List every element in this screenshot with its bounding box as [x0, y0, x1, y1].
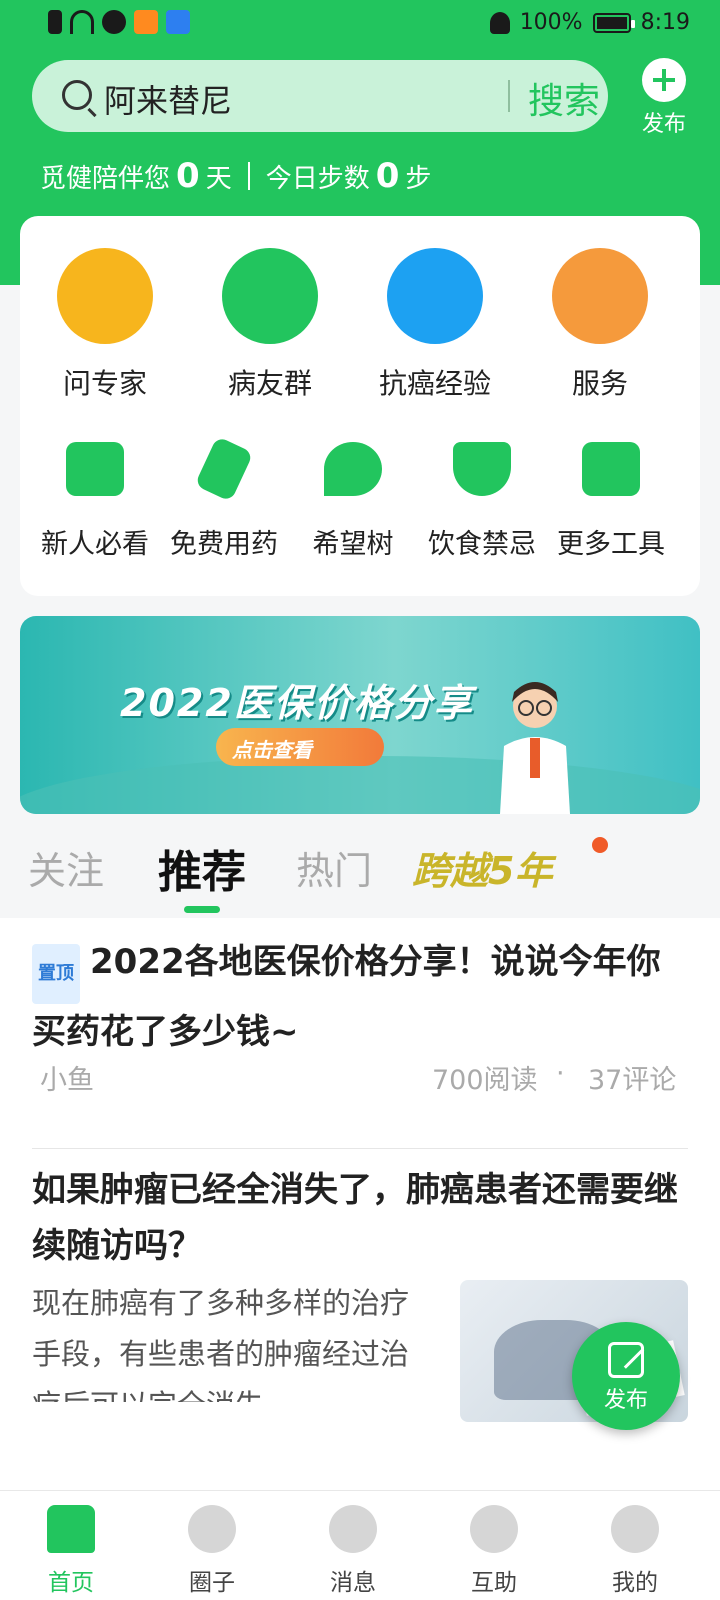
bottom-nav: 首页 圈子 消息 互助 我的: [0, 1490, 720, 1600]
bowl-icon: [453, 442, 511, 496]
tab-five-years[interactable]: 跨越5年: [412, 840, 552, 895]
publish-fab-label: 发布: [603, 1388, 648, 1413]
post-excerpt: 现在肺癌有了多种多样的治疗手段，有些患者的肿瘤经过治疗后可以完全消失: [32, 1286, 410, 1402]
nav-mutual-help[interactable]: 互助: [439, 1505, 549, 1597]
pencil-icon: [387, 248, 483, 344]
pinned-badge: 置顶: [32, 944, 80, 1004]
quick-action-label: 服务: [571, 367, 628, 400]
post-comments: 37评论: [588, 1065, 677, 1096]
nav-circle[interactable]: 圈子: [157, 1505, 267, 1597]
nav-label: 互助: [471, 1570, 517, 1596]
heart-icon: [470, 1505, 518, 1553]
clock-time: 8:19: [640, 10, 690, 35]
mute-bell-icon: [489, 11, 510, 34]
streak-days: 0: [176, 156, 200, 196]
nav-label: 消息: [330, 1570, 376, 1596]
post-title-text: 2022各地医保价格分享！说说今年你买药花了多少钱~: [32, 942, 661, 1052]
search-icon: [62, 80, 92, 110]
list-item[interactable]: 如果肿瘤已经全消失了，肺癌患者还需要继续随访吗？: [32, 1162, 688, 1274]
search-divider: [508, 80, 510, 112]
publish-top-button[interactable]: 发布: [628, 58, 700, 138]
video-app-icon: [134, 10, 158, 34]
nav-label: 首页: [48, 1570, 94, 1596]
new-badge-dot: [592, 837, 608, 853]
quick-action-label: 抗癌经验: [378, 367, 491, 400]
post-title: 如果肿瘤已经全消失了，肺癌患者还需要继续随访吗？: [32, 1170, 678, 1266]
doctor-illustration: [500, 682, 570, 814]
tab-recommend[interactable]: 推荐: [158, 836, 246, 913]
quick-action-experience[interactable]: 抗癌经验: [360, 248, 510, 402]
status-bar: 100% 8:19: [0, 0, 720, 48]
status-right: 100% 8:19: [489, 10, 690, 35]
globe-icon: [102, 10, 126, 34]
streak-days-unit: 天: [205, 163, 232, 194]
quick-action-label: 病友群: [227, 367, 312, 400]
tab-follow[interactable]: 关注: [28, 840, 104, 895]
tool-label: 免费用药: [170, 529, 278, 560]
promo-banner[interactable]: 2022医保价格分享 点击查看: [20, 616, 700, 814]
search-input[interactable]: 阿来替尼: [104, 76, 232, 122]
tool-newcomer[interactable]: 新人必看: [29, 442, 161, 561]
publish-top-label: 发布: [641, 112, 686, 137]
tool-label: 饮食禁忌: [428, 529, 536, 560]
meta-dot: ·: [556, 1058, 565, 1089]
user-icon: [611, 1505, 659, 1553]
quick-action-label: 问专家: [62, 367, 147, 400]
nav-profile[interactable]: 我的: [580, 1505, 690, 1597]
toolbox-icon: [582, 442, 640, 496]
status-icons: [48, 10, 190, 34]
edit-icon: [608, 1342, 644, 1378]
message-icon: [329, 1505, 377, 1553]
post-author[interactable]: 小鱼: [40, 1058, 94, 1097]
publish-fab[interactable]: 发布: [572, 1322, 680, 1430]
alert-icon: [48, 10, 62, 34]
plus-icon: [642, 58, 686, 102]
home-icon: [47, 1505, 95, 1553]
nav-messages[interactable]: 消息: [298, 1505, 408, 1597]
banner-cta-button[interactable]: 点击查看: [216, 728, 384, 766]
doctor-icon: [57, 248, 153, 344]
shield-star-icon: [552, 248, 648, 344]
companion-streak: 觅健陪伴您 0 天 今日步数 0 步: [40, 156, 431, 196]
circle-chat-icon: [188, 1505, 236, 1553]
search-bar[interactable]: 阿来替尼 搜索: [32, 60, 608, 132]
sprout-icon: [324, 442, 382, 496]
post-title: 置顶 2022各地医保价格分享！说说今年你买药花了多少钱~: [32, 934, 688, 1060]
search-button[interactable]: 搜索: [528, 72, 600, 124]
tab-recommend-label: 推荐: [158, 847, 246, 898]
tool-label: 更多工具: [557, 529, 665, 560]
tool-label: 希望树: [312, 529, 394, 560]
banner-title: 2022医保价格分享: [120, 681, 474, 725]
tab-hot[interactable]: 热门: [296, 840, 372, 895]
medicine-bottle-icon: [194, 436, 254, 502]
battery-percent: 100%: [519, 10, 583, 35]
chat-bubble-icon: [222, 248, 318, 344]
nav-label: 我的: [612, 1570, 658, 1596]
streak-prefix: 觅健陪伴您: [40, 163, 171, 194]
steps-count: 0: [375, 156, 400, 196]
book-app-icon: [166, 10, 190, 34]
nav-label: 圈子: [189, 1570, 235, 1596]
tool-more[interactable]: 更多工具: [545, 442, 677, 561]
steps-unit: 步: [405, 163, 432, 194]
tool-label: 新人必看: [41, 529, 149, 560]
streak-divider: [247, 162, 250, 190]
tool-hope-tree[interactable]: 希望树: [287, 442, 419, 561]
active-tab-indicator: [184, 906, 220, 913]
steps-prefix: 今日步数: [265, 163, 370, 194]
wifi-icon: [70, 10, 94, 34]
tool-diet-taboo[interactable]: 饮食禁忌: [416, 442, 548, 561]
nav-home[interactable]: 首页: [16, 1505, 126, 1597]
quick-actions-card: 问专家 病友群 抗癌经验 服务 新人必看 免费用药 希望树 饮食禁忌 更多工具: [20, 216, 700, 596]
folder-icon: [66, 442, 124, 496]
quick-action-patient-group[interactable]: 病友群: [195, 248, 345, 402]
list-item[interactable]: 置顶 2022各地医保价格分享！说说今年你买药花了多少钱~: [32, 934, 688, 1060]
post-divider: [32, 1148, 688, 1149]
quick-action-ask-expert[interactable]: 问专家: [30, 248, 180, 402]
quick-action-service[interactable]: 服务: [525, 248, 675, 402]
battery-icon: [592, 12, 635, 33]
post-reads: 700阅读: [432, 1065, 538, 1096]
tool-free-medicine[interactable]: 免费用药: [158, 436, 290, 561]
feed-tabs: 关注 推荐 热门 跨越5年: [0, 826, 720, 918]
